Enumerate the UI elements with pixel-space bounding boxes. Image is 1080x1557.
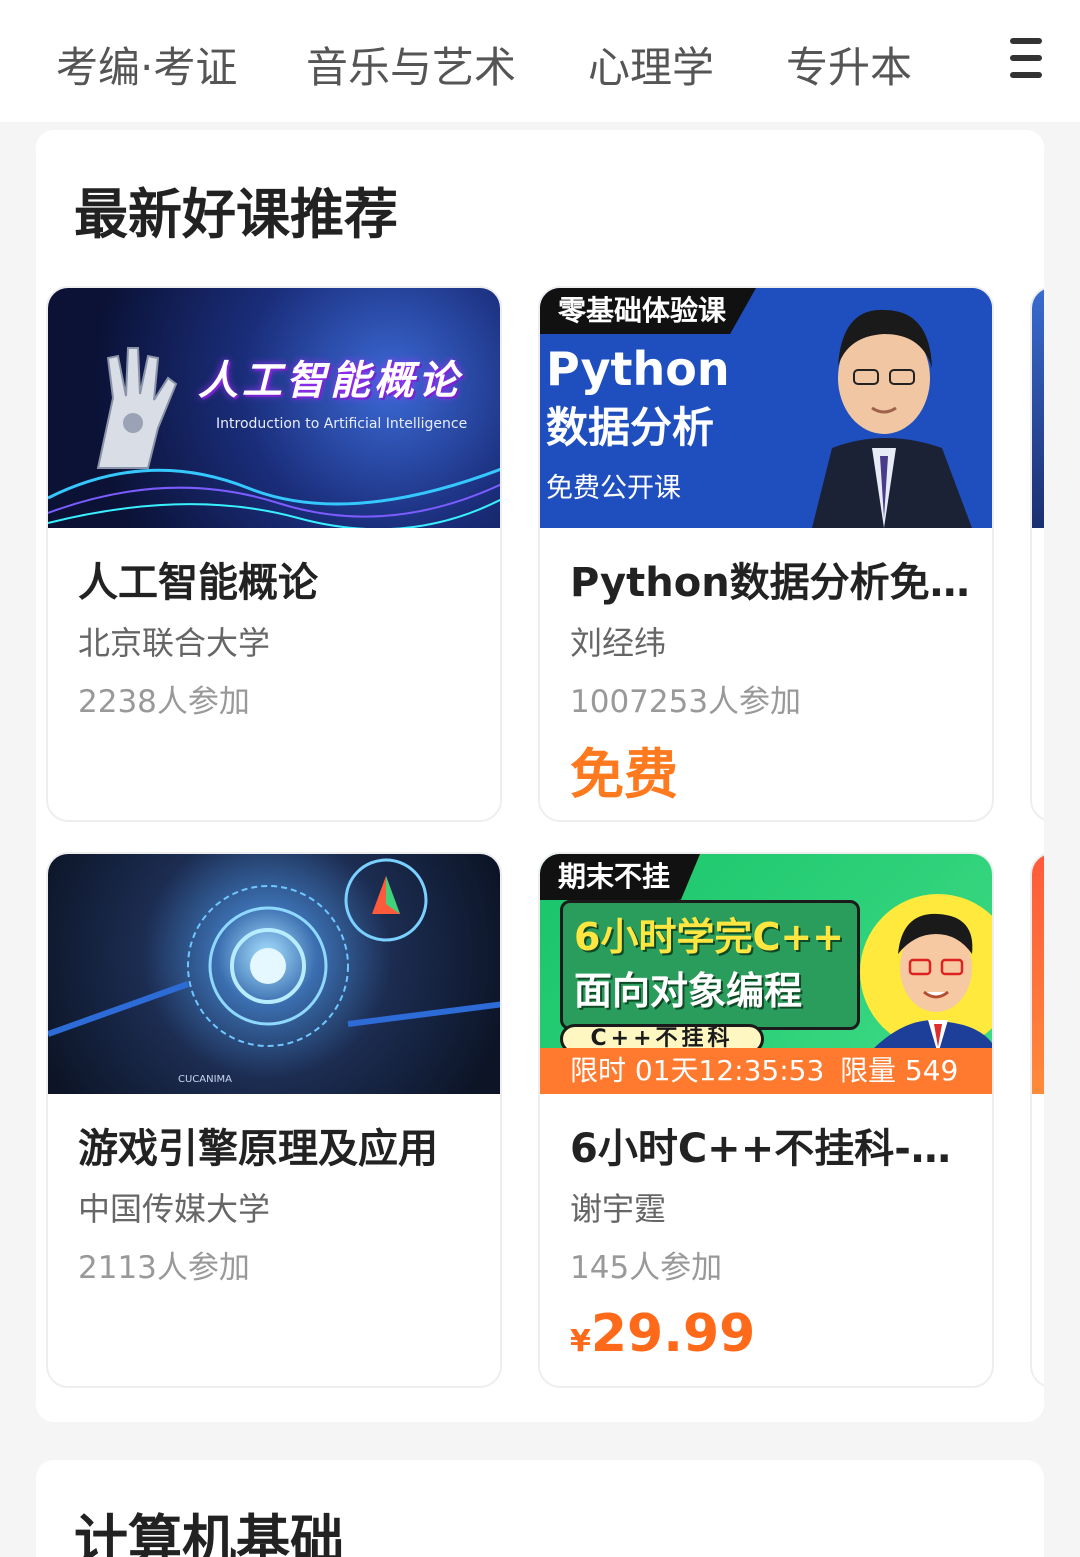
course-participants: 145人参加 xyxy=(570,1250,723,1286)
course-instructor: 刘经纬 xyxy=(570,624,667,662)
nav-item-upgrade[interactable]: 专升本 xyxy=(786,34,912,95)
cartoon-teacher-icon xyxy=(860,894,992,1054)
section-recommended: 最新好课推荐 人工智能概论 Introduction to Artificial… xyxy=(36,130,1044,1422)
price-amount: 29.99 xyxy=(590,1304,756,1364)
section-title: 计算机基础 xyxy=(74,1509,344,1557)
section-title: 最新好课推荐 xyxy=(74,183,398,246)
thumb-subtitle: 数据分析 xyxy=(546,403,715,452)
wave-decoration xyxy=(48,467,500,528)
page: 考编·考证 音乐与艺术 心理学 专升本 最新好课推荐 人工智能概论 Introd… xyxy=(0,0,1080,1557)
course-participants: 1007253人参加 xyxy=(570,684,802,720)
thumb-title: 人工智能概论 xyxy=(198,358,462,404)
course-card-partial[interactable] xyxy=(1030,286,1044,822)
nav-item-music-art[interactable]: 音乐与艺术 xyxy=(306,34,516,95)
course-participants: 2238人参加 xyxy=(78,684,250,720)
nav-item-exam-cert[interactable]: 考编·考证 xyxy=(56,34,237,95)
course-thumbnail: CUCANIMA xyxy=(48,854,500,1094)
course-thumbnail: 零基础体验课 Python 数据分析 免费公开课 xyxy=(540,288,992,528)
course-thumbnail xyxy=(1032,288,1044,528)
course-card[interactable]: 期末不挂 6小时学完C++ 面向对象编程 C++不挂科 限时 01天12:35:… xyxy=(538,852,994,1388)
course-provider: 北京联合大学 xyxy=(78,624,271,662)
countdown-timer: 限时 01天12:35:53 xyxy=(570,1054,825,1087)
course-provider: 中国传媒大学 xyxy=(78,1190,271,1228)
quantity-limit: 限量 549 xyxy=(840,1054,959,1087)
thumb-title: Python xyxy=(546,342,730,396)
thumb-caption: 免费公开课 xyxy=(546,473,681,504)
thumb-subtitle: Introduction to Artificial Intelligence xyxy=(216,416,468,432)
course-tag: 零基础体验课 xyxy=(540,288,757,334)
section-computer-basics: 计算机基础 xyxy=(36,1460,1044,1557)
tech-circle-graphic xyxy=(48,858,500,1047)
course-card[interactable]: 零基础体验课 Python 数据分析 免费公开课 Python数据分析免... … xyxy=(538,286,994,822)
instructor-photo xyxy=(772,288,992,528)
course-instructor: 谢宇霆 xyxy=(570,1190,667,1228)
thumb-watermark: CUCANIMA xyxy=(178,1074,233,1085)
course-title: 人工智能概论 xyxy=(78,560,318,606)
course-card[interactable]: CUCANIMA 游戏引擎原理及应用 中国传媒大学 2113人参加 xyxy=(46,852,502,1388)
thumb-title: 6小时学完C++ xyxy=(574,915,845,959)
course-title: Python数据分析免... xyxy=(570,560,970,606)
thumb-subtitle: 面向对象编程 xyxy=(574,969,803,1013)
course-tag: 期末不挂 xyxy=(540,854,701,900)
course-thumbnail: 期末不挂 6小时学完C++ 面向对象编程 C++不挂科 限时 01天12:35:… xyxy=(540,854,992,1094)
course-participants: 2113人参加 xyxy=(78,1250,250,1286)
nav-item-psychology[interactable]: 心理学 xyxy=(588,34,714,95)
course-title: 游戏引擎原理及应用 xyxy=(78,1126,438,1172)
course-thumbnail xyxy=(1032,854,1044,1094)
category-nav: 考编·考证 音乐与艺术 心理学 专升本 xyxy=(0,0,1080,122)
price-free-label: 免费 xyxy=(570,743,678,806)
currency-symbol: ¥ xyxy=(570,1324,591,1359)
course-title: 6小时C++不挂科-6... xyxy=(570,1126,970,1172)
limited-offer-bar: 限时 01天12:35:53 限量 549 xyxy=(540,1048,992,1094)
course-card-partial[interactable] xyxy=(1030,852,1044,1388)
course-price: ¥29.99 xyxy=(570,1304,755,1364)
course-thumbnail: 人工智能概论 Introduction to Artificial Intell… xyxy=(48,288,500,528)
course-card[interactable]: 人工智能概论 Introduction to Artificial Intell… xyxy=(46,286,502,822)
hamburger-menu-icon[interactable] xyxy=(1010,36,1042,80)
